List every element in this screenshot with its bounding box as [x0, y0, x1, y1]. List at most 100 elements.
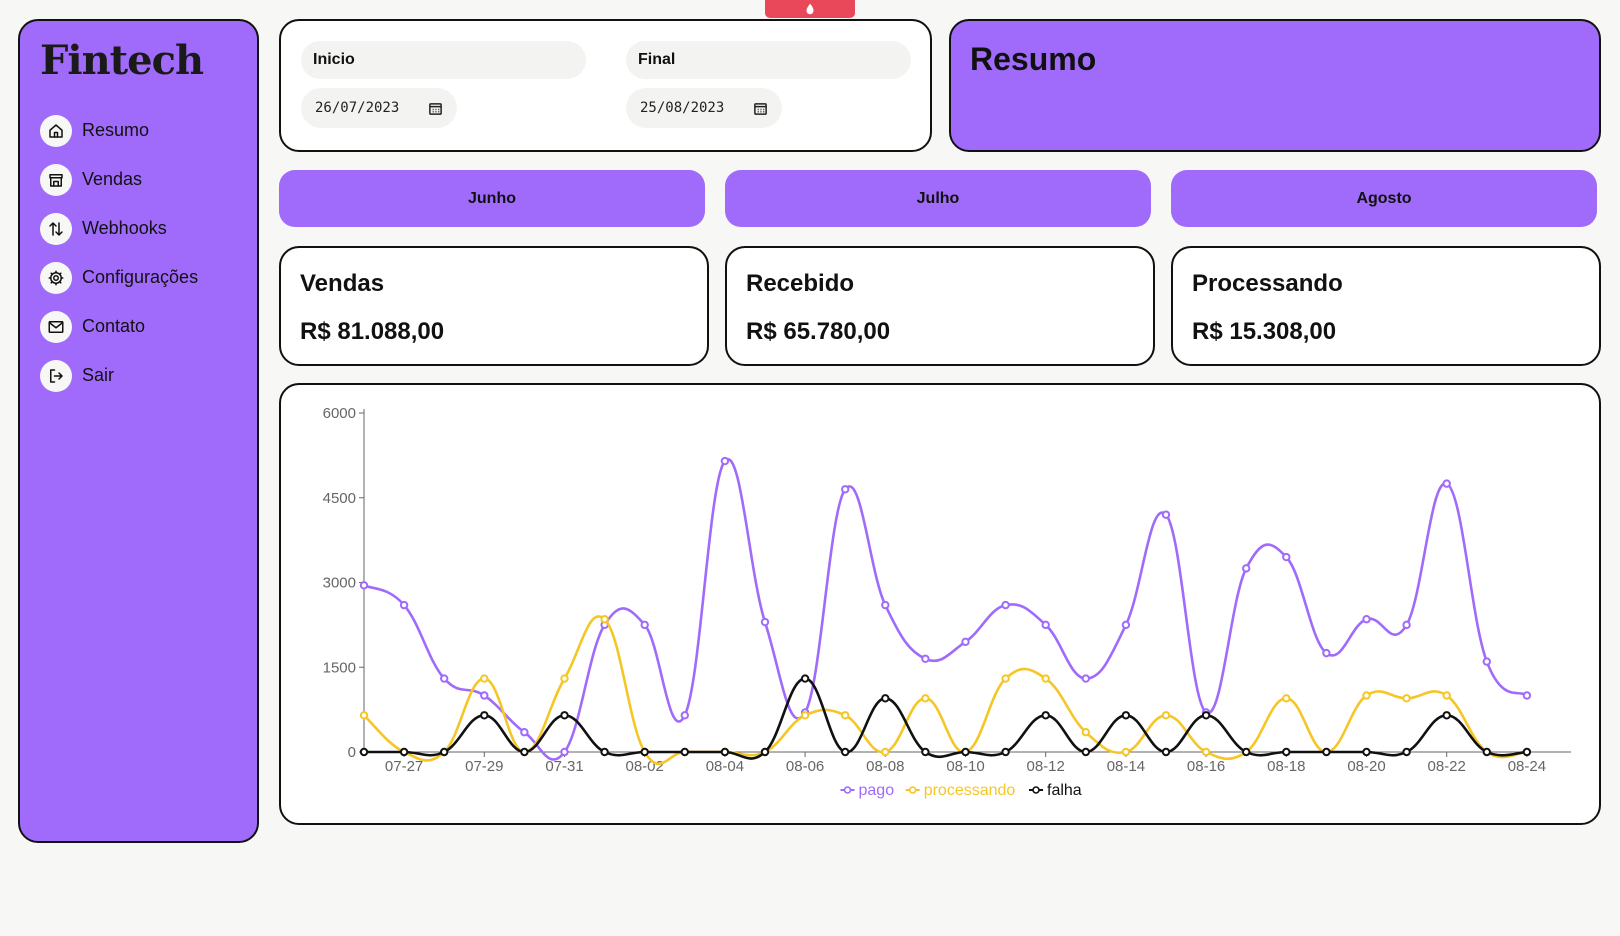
data-point-falha [359, 747, 369, 757]
data-point-falha [1201, 711, 1211, 720]
gear-icon [40, 261, 72, 294]
stat-title: Processando [1192, 270, 1343, 297]
x-tick-label: 08-22 [1428, 758, 1466, 775]
start-date-value: 26/07/2023 [315, 100, 400, 116]
sidebar-item-vendas[interactable]: Vendas [40, 155, 198, 204]
sidebar-item-configuracoes[interactable]: Configurações [40, 253, 198, 302]
data-point-falha [440, 747, 449, 757]
x-tick-label: 08-16 [1187, 758, 1225, 775]
month-button-junho[interactable]: Junho [279, 170, 705, 227]
x-tick-label: 08-14 [1107, 758, 1145, 775]
x-tick-label: 07-27 [385, 758, 423, 775]
y-tick-label: 0 [348, 744, 356, 761]
data-point-processando [1081, 728, 1090, 737]
data-point-falha [520, 747, 529, 757]
summary-header: Resumo [949, 19, 1601, 152]
data-point-pago [1282, 552, 1291, 562]
x-tick-label: 08-02 [626, 758, 664, 775]
sidebar-item-label: Configurações [82, 267, 199, 287]
end-date-input[interactable]: 25/08/2023 [626, 88, 782, 128]
data-point-falha [680, 747, 689, 757]
x-tick-label: 08-24 [1508, 758, 1546, 775]
start-date-input[interactable]: 26/07/2023 [301, 88, 457, 128]
stat-title: Vendas [300, 270, 385, 297]
data-point-falha [1442, 711, 1451, 720]
data-point-falha [720, 747, 730, 757]
data-point-processando [1442, 691, 1451, 700]
sidebar-item-label: Vendas [82, 169, 143, 189]
sidebar-nav: Resumo Vendas Webhooks Configurações Con… [40, 106, 198, 400]
sidebar-item-sair[interactable]: Sair [40, 351, 198, 400]
x-tick-label: 07-29 [465, 758, 503, 775]
data-point-processando [1001, 674, 1010, 683]
y-tick-label: 3000 [323, 575, 356, 592]
sales-chart: 0 1500 3000 4500 6000 07-27 07-29 07-31 08-02 08-… [279, 383, 1601, 825]
sidebar: Fintech Resumo Vendas Webhooks Configura… [18, 19, 259, 843]
month-button-julho[interactable]: Julho [725, 170, 1151, 227]
data-point-falha [921, 747, 930, 757]
data-point-pago [921, 654, 930, 663]
sidebar-item-contato[interactable]: Contato [40, 302, 198, 351]
sidebar-item-webhooks[interactable]: Webhooks [40, 204, 198, 253]
data-point-pago [1161, 510, 1171, 519]
data-point-processando [1402, 694, 1411, 703]
data-point-pago [1322, 648, 1331, 658]
data-point-pago [1482, 657, 1492, 666]
data-point-pago [841, 485, 850, 494]
data-point-processando [1121, 747, 1131, 757]
data-point-falha [600, 747, 609, 757]
data-point-processando [921, 694, 930, 703]
start-date-label: Inicio [301, 41, 586, 79]
data-point-pago [1362, 615, 1371, 624]
data-point-falha [1322, 747, 1331, 757]
legend-marker-falha [1032, 786, 1040, 794]
x-tick-label: 07-31 [545, 758, 583, 775]
data-point-falha [1522, 747, 1532, 757]
x-tick-label: 08-12 [1027, 758, 1065, 775]
data-point-falha [1482, 747, 1492, 757]
data-point-pago [560, 747, 569, 757]
data-point-pago [1001, 600, 1010, 610]
data-point-pago [520, 728, 529, 737]
y-tick-label: 4500 [323, 490, 356, 507]
data-point-pago [1242, 564, 1251, 573]
data-point-pago [881, 600, 890, 610]
x-tick-label: 08-20 [1347, 758, 1385, 775]
home-icon [40, 114, 72, 147]
stat-value: R$ 65.780,00 [746, 318, 891, 345]
data-point-processando [800, 711, 810, 720]
data-point-processando [1362, 691, 1371, 700]
browser-tab-indicator[interactable] [765, 0, 855, 18]
data-point-falha [1242, 747, 1251, 757]
data-point-pago [640, 620, 649, 630]
x-tick-label: 08-18 [1267, 758, 1305, 775]
data-point-pago [399, 600, 409, 610]
data-point-processando [1161, 711, 1171, 720]
sidebar-item-label: Sair [82, 365, 115, 385]
legend-marker-pago [843, 786, 852, 794]
data-point-falha [841, 747, 850, 757]
data-point-pago [440, 674, 449, 683]
legend-label-processando: processando [924, 782, 1016, 799]
flame-icon [806, 3, 814, 15]
y-tick-label: 6000 [323, 405, 356, 422]
data-point-falha [1362, 747, 1371, 757]
calendar-icon[interactable] [753, 101, 768, 116]
stat-title: Recebido [746, 270, 855, 297]
calendar-icon[interactable] [428, 101, 443, 116]
data-point-pago [760, 617, 770, 627]
data-point-processando [881, 747, 890, 757]
sidebar-item-label: Webhooks [82, 218, 167, 238]
data-point-processando [359, 711, 369, 720]
brand-logo: Fintech [40, 37, 204, 84]
month-button-agosto[interactable]: Agosto [1171, 170, 1597, 227]
data-point-processando [841, 711, 850, 720]
page-title: Resumo [970, 41, 1097, 77]
data-point-falha [1081, 747, 1090, 757]
sidebar-item-resumo[interactable]: Resumo [40, 106, 198, 155]
stat-card-processando: Processando R$ 15.308,00 [1171, 246, 1601, 366]
data-point-falha [961, 747, 970, 757]
data-point-falha [1161, 747, 1171, 757]
data-point-pago [1522, 691, 1532, 700]
line-chart: 0 1500 3000 4500 6000 07-27 07-29 07-31 08-02 08-… [323, 405, 1571, 799]
